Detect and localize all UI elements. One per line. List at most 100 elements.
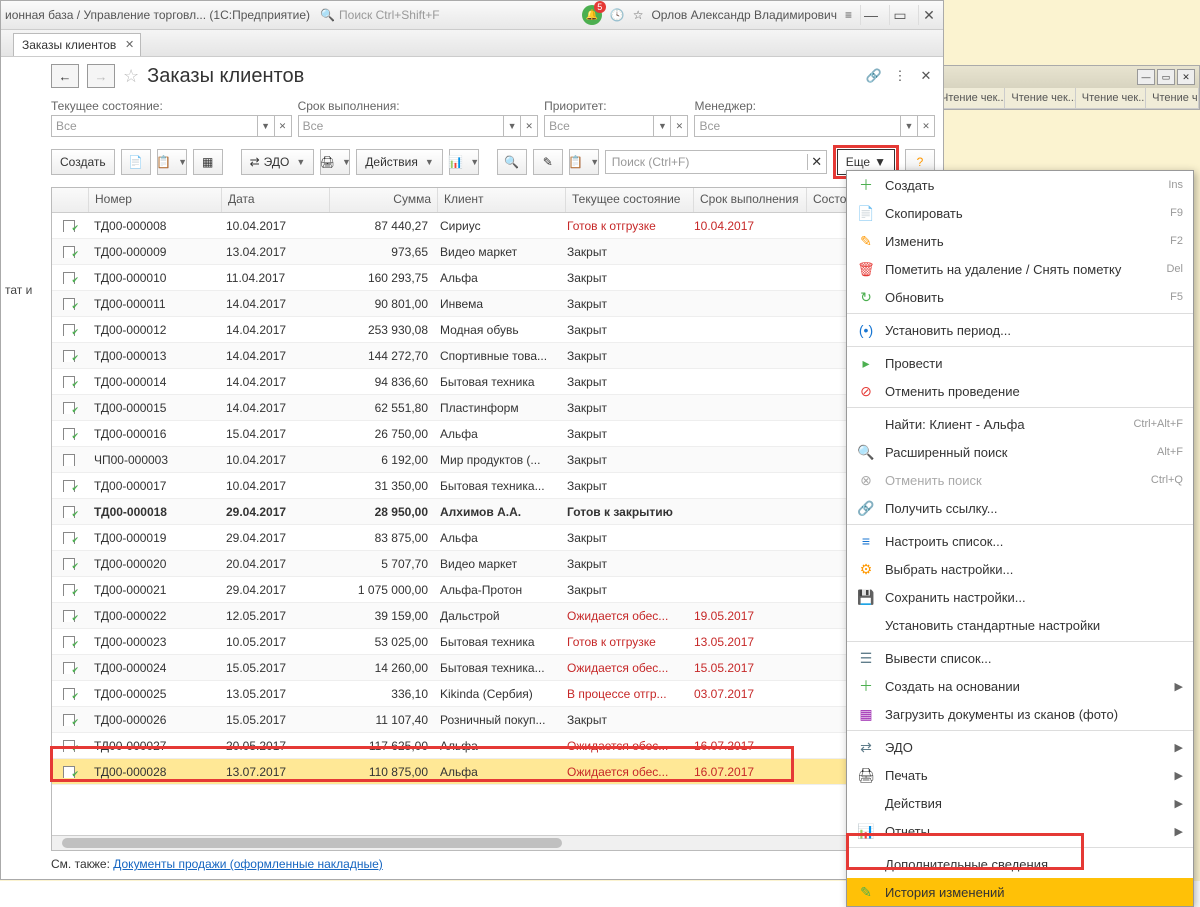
table-row[interactable]: ТД00-00002813.07.2017110 875,00АльфаОжид… [52,759,934,785]
table-row[interactable]: ТД00-00002720.05.2017117 625,00АльфаОжид… [52,733,934,759]
menu-item[interactable]: 💾Сохранить настройки... [847,583,1193,611]
table-row[interactable]: ТД00-00001615.04.201726 750,00АльфаЗакры… [52,421,934,447]
table-row[interactable]: ЧП00-00000310.04.20176 192,00Мир продукт… [52,447,934,473]
menu-item[interactable]: ▸Провести [847,349,1193,377]
table-row[interactable]: ТД00-00001929.04.201783 875,00АльфаЗакры… [52,525,934,551]
table-row[interactable]: ТД00-00001829.04.201728 950,00Алхимов А.… [52,499,934,525]
reports-button[interactable]: 📊▼ [449,149,479,175]
nav-back-button[interactable]: ← [51,64,79,88]
menu-item[interactable]: 📊Отчеты▶ [847,817,1193,845]
bg-maximize[interactable]: ▭ [1157,69,1175,85]
link-icon[interactable]: 🔗 [865,67,883,85]
filter-due-input[interactable]: Все▼✕ [298,115,539,137]
menu-item[interactable]: ✎История изменений [847,878,1193,906]
actions-button[interactable]: Действия▼ [356,149,443,175]
edo-button[interactable]: ⇄ ЭДО▼ [241,149,315,175]
table-row[interactable]: ТД00-00001011.04.2017160 293,75АльфаЗакр… [52,265,934,291]
copy-button[interactable]: 📄 [121,149,151,175]
table-body[interactable]: ТД00-00000810.04.201787 440,27СириусГото… [52,213,934,835]
menu-item[interactable]: 🖨Печать▶ [847,761,1193,789]
menu-item[interactable]: ⚙Выбрать настройки... [847,555,1193,583]
clear-icon[interactable]: ✕ [670,116,687,136]
table-row[interactable]: ТД00-00001314.04.2017144 272,70Спортивны… [52,343,934,369]
edit-button[interactable]: ✎ [533,149,563,175]
table-row[interactable]: ТД00-00002310.05.201753 025,00Бытовая те… [52,629,934,655]
menu-item[interactable]: ⊘Отменить проведение [847,377,1193,405]
col-due[interactable]: Срок выполнения [694,188,807,212]
tab-orders[interactable]: Заказы клиентов ✕ [13,33,141,56]
menu-item[interactable]: (•)Установить период... [847,316,1193,344]
minimize-button[interactable]: — [860,5,881,25]
scrollbar-horizontal[interactable] [52,835,934,850]
menu-item[interactable]: Действия▶ [847,789,1193,817]
page-close-icon[interactable]: ✕ [917,67,935,85]
clear-icon[interactable]: ✕ [917,116,934,136]
user-name[interactable]: Орлов Александр Владимирович [651,8,837,22]
user-menu-icon[interactable]: ≡ [845,8,852,22]
menu-item[interactable]: 🔍Расширенный поискAlt+F [847,438,1193,466]
filter-state-input[interactable]: Все▼✕ [51,115,292,137]
dropdown-icon[interactable]: ▼ [653,116,670,136]
nav-forward-button[interactable]: → [87,64,115,88]
menu-item[interactable]: ☰Вывести список... [847,644,1193,672]
table-row[interactable]: ТД00-00002212.05.201739 159,00ДальстройО… [52,603,934,629]
see-also-link[interactable]: Документы продажи (оформленные накладные… [113,857,383,871]
dropdown-icon[interactable]: ▼ [503,116,520,136]
menu-item[interactable]: Установить стандартные настройки [847,611,1193,639]
filter-priority-input[interactable]: Все▼✕ [544,115,688,137]
menu-item[interactable]: 🔗Получить ссылку... [847,494,1193,522]
menu-item[interactable]: ↻ОбновитьF5 [847,283,1193,311]
menu-item[interactable]: ≡Настроить список... [847,527,1193,555]
col-sum[interactable]: Сумма [330,188,438,212]
menu-item[interactable]: ⇄ЭДО▶ [847,733,1193,761]
table-row[interactable]: ТД00-00002415.05.201714 260,00Бытовая те… [52,655,934,681]
history-icon[interactable]: 🕓 [610,8,625,22]
table-row[interactable]: ТД00-00001114.04.201790 801,00ИнвемаЗакр… [52,291,934,317]
menu-item[interactable]: Найти: Клиент - АльфаCtrl+Alt+F [847,410,1193,438]
scrollbar-thumb[interactable] [62,838,562,848]
search-clear-icon[interactable]: ✕ [807,154,826,170]
menu-item[interactable]: 📄СкопироватьF9 [847,199,1193,227]
filter-manager-input[interactable]: Все▼✕ [694,115,935,137]
menu-item[interactable]: ✎ИзменитьF2 [847,227,1193,255]
bg-tab[interactable]: Чтение чек... [935,88,1005,108]
based-on-button[interactable]: 📋▼ [569,149,599,175]
bg-tab[interactable]: Чтение чек... [1005,88,1075,108]
bg-minimize[interactable]: — [1137,69,1155,85]
table-row[interactable]: ТД00-00001214.04.2017253 930,08Модная об… [52,317,934,343]
notifications-badge[interactable]: 🔔5 [582,5,602,25]
dropdown-icon[interactable]: ▼ [900,116,917,136]
menu-item[interactable]: ＋СоздатьIns [847,171,1193,199]
col-number[interactable]: Номер [89,188,222,212]
menu-item[interactable]: ▦Загрузить документы из сканов (фото) [847,700,1193,728]
create-button[interactable]: Создать [51,149,115,175]
bg-tab[interactable]: Чтение ч [1146,88,1199,108]
status-button[interactable]: 📋▼ [157,149,187,175]
table-row[interactable]: ТД00-00001514.04.201762 551,80Пластинфор… [52,395,934,421]
close-button[interactable]: ✕ [918,5,939,25]
menu-item[interactable]: 🗑Пометить на удаление / Снять пометкуDel [847,255,1193,283]
maximize-button[interactable]: ▭ [889,5,910,25]
table-row[interactable]: ТД00-00002615.05.201711 107,40Розничный … [52,707,934,733]
global-search[interactable]: 🔍 Поиск Ctrl+Shift+F [320,8,542,22]
dropdown-icon[interactable]: ▼ [257,116,274,136]
clear-icon[interactable]: ✕ [520,116,537,136]
table-row[interactable]: ТД00-00001414.04.201794 836,60Бытовая те… [52,369,934,395]
menu-item[interactable]: Дополнительные сведения [847,850,1193,878]
favorite-star-icon[interactable]: ☆ [123,66,139,87]
col-client[interactable]: Клиент [438,188,566,212]
clear-icon[interactable]: ✕ [274,116,291,136]
star-icon[interactable]: ☆ [633,8,644,22]
table-search[interactable]: Поиск (Ctrl+F) ✕ [605,150,827,174]
bg-close[interactable]: ✕ [1177,69,1195,85]
find-button[interactable]: 🔍 [497,149,527,175]
scan-button[interactable]: ▦ [193,149,223,175]
col-date[interactable]: Дата [222,188,330,212]
print-button[interactable]: 🖨▼ [320,149,350,175]
bg-tab[interactable]: Чтение чек... [1076,88,1146,108]
table-row[interactable]: ТД00-00002020.04.20175 707,70Видео марке… [52,551,934,577]
menu-item[interactable]: ＋Создать на основании▶ [847,672,1193,700]
menu-item[interactable]: ⊗Отменить поискCtrl+Q [847,466,1193,494]
table-row[interactable]: ТД00-00001710.04.201731 350,00Бытовая те… [52,473,934,499]
table-row[interactable]: ТД00-00002513.05.2017336,10Kikinda (Серб… [52,681,934,707]
